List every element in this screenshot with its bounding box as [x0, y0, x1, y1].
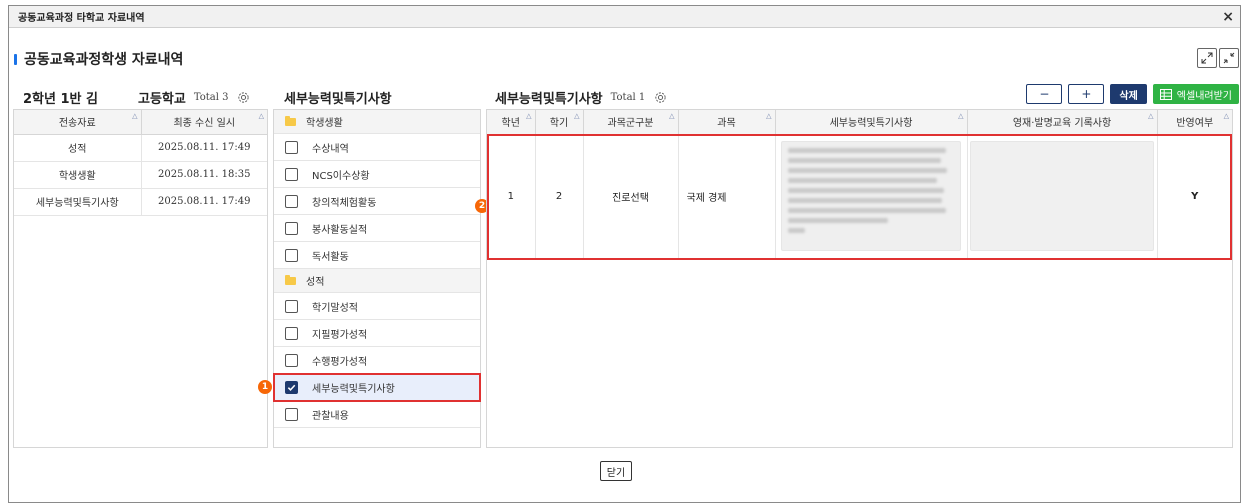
student-label: 2학년 1반 김 [23, 92, 98, 107]
close-icon[interactable]: × [1222, 8, 1234, 26]
empty-field [970, 141, 1154, 252]
folder-icon [285, 115, 296, 126]
table-row[interactable]: 세부능력및특기사항 2025.08.11. 17:49 [14, 188, 267, 216]
right-title: 세부능력및특기사항 [495, 92, 603, 107]
column-header[interactable]: 과목 △ [678, 110, 776, 135]
left-panel-header: 2학년 1반 김 고등학교 Total 3 [23, 88, 250, 107]
right-total: Total 1 [610, 92, 646, 103]
cell-category: 진로선택 [583, 134, 679, 258]
transfer-table: 전송자료 △ 최종 수신 일시 △ 성적 2025.08.11. 17:49 학생생활… [14, 110, 267, 216]
sort-icon[interactable]: △ [766, 112, 771, 120]
minus-button[interactable]: − [1026, 84, 1063, 104]
column-header[interactable]: 영재·발명교육 기록사항 △ [967, 110, 1158, 135]
cell-semester: 2 [535, 134, 584, 258]
sort-icon[interactable]: △ [1224, 112, 1229, 120]
sort-icon[interactable]: △ [526, 112, 531, 120]
excel-download-button[interactable]: 엑셀내려받기 [1152, 84, 1239, 104]
list-item[interactable]: 관찰내용 [274, 401, 480, 428]
gear-icon[interactable] [236, 91, 250, 105]
cell-grade: 1 [487, 134, 536, 258]
redacted-text [781, 141, 961, 252]
sort-icon[interactable]: △ [259, 112, 264, 120]
cell-applied: Y [1191, 190, 1199, 202]
close-button[interactable]: 닫기 [600, 461, 632, 481]
group-student-life[interactable]: 학생생활 [274, 110, 480, 134]
table-row[interactable]: 학생생활 2025.08.11. 18:35 [14, 161, 267, 189]
column-header[interactable]: 학년 △ [487, 110, 536, 135]
column-header[interactable]: 최종 수신 일시 △ [141, 110, 267, 135]
right-toolbar: − + 삭제 엑셀내려받기 [1026, 84, 1239, 104]
list-item[interactable]: 수행평가성적 [274, 347, 480, 374]
sort-icon[interactable]: △ [132, 112, 137, 120]
window-size-controls [1197, 48, 1239, 68]
checkbox[interactable] [285, 167, 298, 181]
column-header[interactable]: 전송자료 △ [14, 110, 142, 135]
list-item[interactable]: 독서활동 [274, 242, 480, 269]
checkbox[interactable] [285, 353, 298, 367]
table-row[interactable]: 1 2 진로선택 국제 경제 Y [487, 134, 1232, 258]
list-item[interactable]: 봉사활동실적 [274, 215, 480, 242]
list-item[interactable]: 창의적체험활동 [274, 188, 480, 215]
checkbox[interactable] [285, 140, 298, 154]
middle-title: 세부능력및특기사항 [284, 92, 392, 107]
table-row[interactable]: 성적 2025.08.11. 17:49 [14, 134, 267, 162]
school-label: 고등학교 [137, 92, 186, 107]
expand-icon[interactable] [1197, 48, 1217, 68]
category-tree-panel: 학생생활 수상내역 NCS이수상황 창의적체험활동 봉사활동실적 독서활동 성적… [273, 109, 481, 448]
list-item[interactable]: 지필평가성적 [274, 320, 480, 347]
column-header[interactable]: 과목군구분 △ [583, 110, 679, 135]
middle-panel-header: 세부능력및특기사항 [284, 88, 392, 107]
sort-icon[interactable]: △ [574, 112, 579, 120]
transfer-list-panel: 전송자료 △ 최종 수신 일시 △ 성적 2025.08.11. 17:49 학생생활… [13, 109, 268, 448]
left-total: Total 3 [193, 92, 229, 103]
delete-button[interactable]: 삭제 [1110, 84, 1147, 104]
column-header[interactable]: 세부능력및특기사항 △ [775, 110, 968, 135]
checkbox-checked[interactable] [285, 380, 298, 394]
checkbox[interactable] [285, 407, 298, 421]
cell-details [775, 134, 968, 258]
group-grades[interactable]: 성적 [274, 269, 480, 293]
collapse-icon[interactable] [1219, 48, 1239, 68]
sort-icon[interactable]: △ [669, 112, 674, 120]
checkbox[interactable] [285, 326, 298, 340]
cell-subject: 국제 경제 [678, 134, 776, 258]
dialog-title: 공동교육과정 타학교 자료내역 [9, 6, 1240, 28]
sort-icon[interactable]: △ [958, 112, 963, 120]
page-title: 공동교육과정학생 자료내역 [14, 49, 183, 69]
checkbox[interactable] [285, 221, 298, 235]
cell-gifted [967, 134, 1158, 258]
table-icon [1159, 88, 1172, 100]
plus-button[interactable]: + [1068, 84, 1105, 104]
folder-icon [285, 274, 296, 285]
page-title-text: 공동교육과정학생 자료내역 [24, 52, 184, 68]
list-item[interactable]: 학기말성적 [274, 293, 480, 320]
right-panel-header: 세부능력및특기사항 Total 1 [495, 88, 667, 107]
checkbox[interactable] [285, 299, 298, 313]
column-header[interactable]: 학기 △ [535, 110, 584, 135]
checkbox[interactable] [285, 248, 298, 262]
gear-icon[interactable] [653, 91, 667, 105]
title-bullet [14, 53, 17, 65]
list-item[interactable]: NCS이수상황 [274, 161, 480, 188]
checkbox[interactable] [285, 194, 298, 208]
list-item[interactable]: 수상내역 [274, 134, 480, 161]
column-header[interactable]: 반영여부 △ [1157, 110, 1232, 135]
step-badge-1: 1 [258, 380, 272, 394]
details-table: 학년 △ 학기 △ 과목군구분 △ 과목 △ 세부능력및특기사항 △ 영재·발명교육 기록… [487, 110, 1232, 258]
details-panel: 학년 △ 학기 △ 과목군구분 △ 과목 △ 세부능력및특기사항 △ 영재·발명교육 기록… [486, 109, 1233, 448]
sort-icon[interactable]: △ [1148, 112, 1153, 120]
list-item-selected[interactable]: 세부능력및특기사항 [273, 373, 481, 402]
